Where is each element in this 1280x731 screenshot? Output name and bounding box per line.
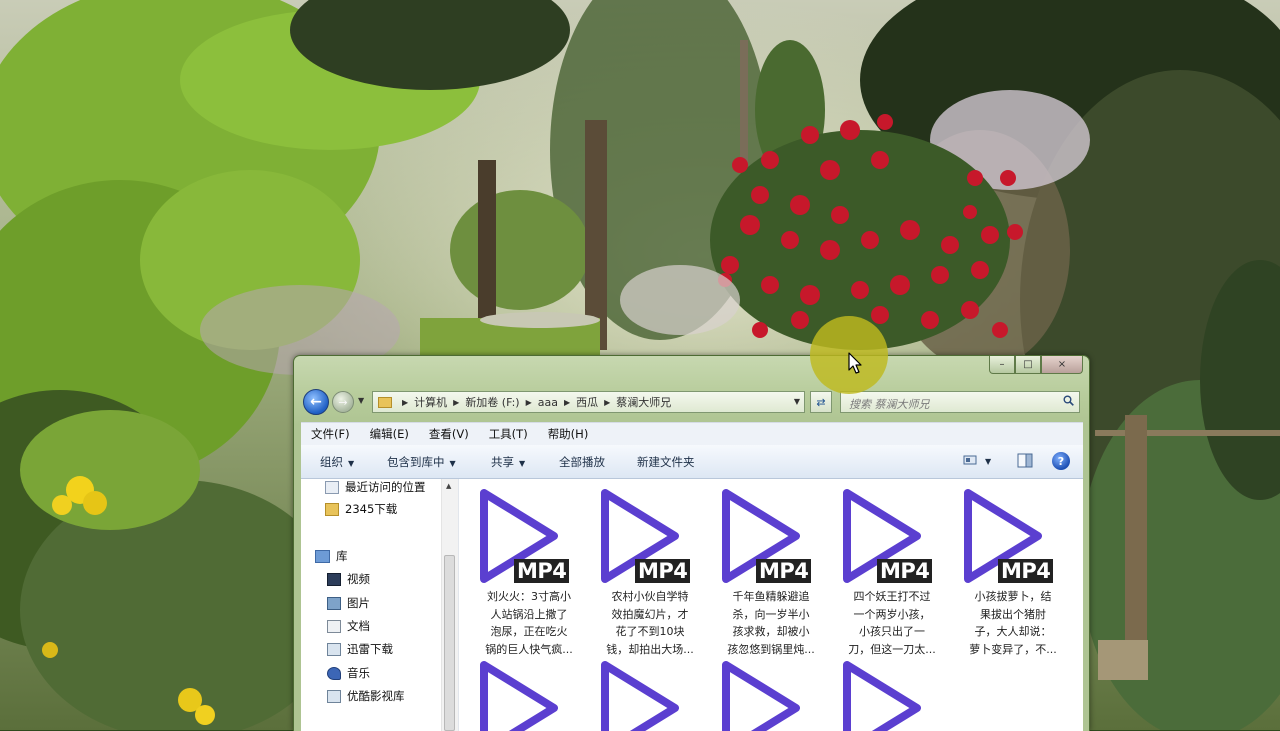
navigation-pane: 最近访问的位置 2345下载 库 视频 图片 文档 迅雷下载 音乐 优酷影视库 … — [301, 479, 459, 731]
chevron-down-icon: ▼ — [519, 459, 526, 468]
nav-video[interactable]: 视频 — [327, 571, 370, 587]
search-placeholder: 搜索 蔡澜大师兄 — [849, 398, 930, 411]
youku-library-icon — [327, 689, 341, 703]
maximize-button[interactable]: □ — [1015, 356, 1041, 374]
video-library-icon — [327, 572, 341, 586]
help-button[interactable]: ? — [1052, 452, 1070, 470]
share-button[interactable]: 共享 ▼ — [491, 454, 525, 470]
breadcrumb-drive[interactable]: 新加卷 (F:) — [465, 394, 519, 410]
mp4-badge: MP4 — [877, 559, 933, 583]
play-icon — [480, 661, 558, 731]
library-icon — [315, 549, 330, 563]
nav-music-label: 音乐 — [347, 666, 370, 680]
menu-help[interactable]: 帮助(H) — [538, 426, 599, 442]
menu-view[interactable]: 查看(V) — [419, 426, 479, 442]
nav-youku-label: 优酷影视库 — [347, 689, 405, 703]
nav-documents-label: 文档 — [347, 619, 370, 633]
breadcrumb-current-folder[interactable]: 蔡澜大师兄 — [616, 394, 671, 410]
nav-pictures-label: 图片 — [347, 596, 370, 610]
recent-places-icon — [325, 480, 339, 494]
nav-recent-places[interactable]: 最近访问的位置 — [325, 479, 426, 495]
chevron-right-icon[interactable]: ▶ — [564, 398, 570, 407]
mp4-badge: MP4 — [635, 559, 691, 583]
command-toolbar: 组织 ▼ 包含到库中 ▼ 共享 ▼ 全部播放 新建文件夹 ▼ ? — [301, 445, 1083, 479]
nav-youku[interactable]: 优酷影视库 — [327, 688, 405, 704]
nav-library-label: 库 — [336, 549, 348, 563]
play-all-button[interactable]: 全部播放 — [559, 454, 605, 470]
file-name: 四个妖王打不过 一个两岁小孩， 小孩只出了一 刀，但这一刀太... — [848, 590, 936, 656]
explorer-window[interactable]: – □ × ← → ▼ ▶ 计算机 ▶ 新加卷 (F:) ▶ aaa ▶ 西瓜 … — [293, 355, 1090, 731]
nav-recent-places-label: 最近访问的位置 — [345, 480, 426, 494]
breadcrumb-aaa[interactable]: aaa — [538, 396, 558, 409]
play-icon — [722, 661, 800, 731]
forward-button[interactable]: → — [332, 391, 354, 413]
address-bar[interactable]: ▶ 计算机 ▶ 新加卷 (F:) ▶ aaa ▶ 西瓜 ▶ 蔡澜大师兄 ▼ — [372, 391, 805, 413]
nav-music[interactable]: 音乐 — [327, 665, 370, 681]
view-options-icon[interactable] — [963, 453, 977, 467]
mp4-badge: MP4 — [756, 559, 812, 583]
chevron-right-icon[interactable]: ▶ — [453, 398, 459, 407]
menu-edit[interactable]: 编辑(E) — [360, 426, 419, 442]
view-dropdown-icon[interactable]: ▼ — [985, 457, 991, 466]
include-in-library-button[interactable]: 包含到库中 ▼ — [387, 454, 456, 470]
refresh-button[interactable]: ⇄ — [810, 391, 832, 413]
scroll-up-icon[interactable]: ▲ — [446, 482, 451, 490]
nav-pane-scrollbar[interactable]: ▲ — [441, 479, 458, 731]
scrollbar-thumb[interactable] — [444, 555, 455, 731]
mouse-cursor-icon — [848, 352, 862, 374]
close-button[interactable]: × — [1041, 356, 1083, 374]
search-input[interactable]: 搜索 蔡澜大师兄 — [840, 391, 1080, 413]
play-icon — [601, 661, 679, 731]
nav-xunlei-label: 迅雷下载 — [347, 642, 393, 656]
nav-library[interactable]: 库 — [315, 548, 348, 564]
play-icon — [843, 661, 921, 731]
chevron-right-icon[interactable]: ▶ — [402, 398, 408, 407]
file-name: 刘火火：3寸高小 人站锅沿上撒了 泡尿，正在吃火 锅的巨人快气疯... — [485, 590, 573, 656]
folder-icon — [378, 396, 392, 408]
menu-bar: 文件(F) 编辑(E) 查看(V) 工具(T) 帮助(H) — [301, 422, 1083, 445]
preview-pane-icon[interactable] — [1017, 453, 1033, 468]
nav-pictures[interactable]: 图片 — [327, 595, 370, 611]
breadcrumb-computer[interactable]: 计算机 — [414, 394, 447, 410]
file-name: 小孩拔萝卜，结 果拔出个猪肘 子，大人却说： 萝卜变异了，不... — [969, 590, 1057, 656]
new-folder-button[interactable]: 新建文件夹 — [637, 454, 695, 470]
share-label: 共享 — [491, 455, 514, 469]
search-icon[interactable] — [1063, 395, 1074, 406]
address-dropdown-icon[interactable]: ▼ — [794, 397, 800, 406]
chevron-down-icon: ▼ — [348, 459, 355, 468]
back-button[interactable]: ← — [303, 389, 329, 415]
folder-icon — [325, 502, 339, 516]
mp4-badge: MP4 — [514, 559, 570, 583]
organize-button[interactable]: 组织 ▼ — [320, 454, 354, 470]
chevron-down-icon: ▼ — [449, 459, 456, 468]
chevron-right-icon[interactable]: ▶ — [526, 398, 532, 407]
menu-tools[interactable]: 工具(T) — [479, 426, 538, 442]
file-list: MP4 刘火火：3寸高小 人站锅沿上撒了 泡尿，正在吃火 锅的巨人快气疯... MP4… — [459, 479, 1083, 731]
music-library-icon — [327, 666, 341, 680]
nav-2345-downloads-label: 2345下载 — [345, 502, 398, 516]
navigation-row: ← → ▼ ▶ 计算机 ▶ 新加卷 (F:) ▶ aaa ▶ 西瓜 ▶ 蔡澜大师… — [294, 386, 1089, 418]
mp4-badge: MP4 — [998, 559, 1054, 583]
recent-pages-dropdown-icon[interactable]: ▼ — [358, 396, 364, 405]
nav-documents[interactable]: 文档 — [327, 618, 370, 634]
organize-label: 组织 — [320, 455, 343, 469]
chevron-right-icon[interactable]: ▶ — [604, 398, 610, 407]
file-name: 千年鱼精躲避追 杀，向一岁半小 孩求救，却被小 孩忽悠到锅里炖... — [727, 590, 815, 656]
nav-xunlei-downloads[interactable]: 迅雷下载 — [327, 641, 393, 657]
nav-video-label: 视频 — [347, 572, 370, 586]
download-library-icon — [327, 642, 341, 656]
minimize-button[interactable]: – — [989, 356, 1015, 374]
nav-2345-downloads[interactable]: 2345下载 — [325, 501, 397, 517]
window-controls: – □ × — [989, 356, 1083, 374]
include-in-library-label: 包含到库中 — [387, 455, 445, 469]
breadcrumb-xigua[interactable]: 西瓜 — [576, 394, 598, 410]
menu-file[interactable]: 文件(F) — [301, 426, 360, 442]
documents-library-icon — [327, 619, 341, 633]
pictures-library-icon — [327, 596, 341, 610]
file-name: 农村小伙自学特 效拍魔幻片，才 花了不到10块 钱，却拍出大场... — [606, 590, 694, 656]
